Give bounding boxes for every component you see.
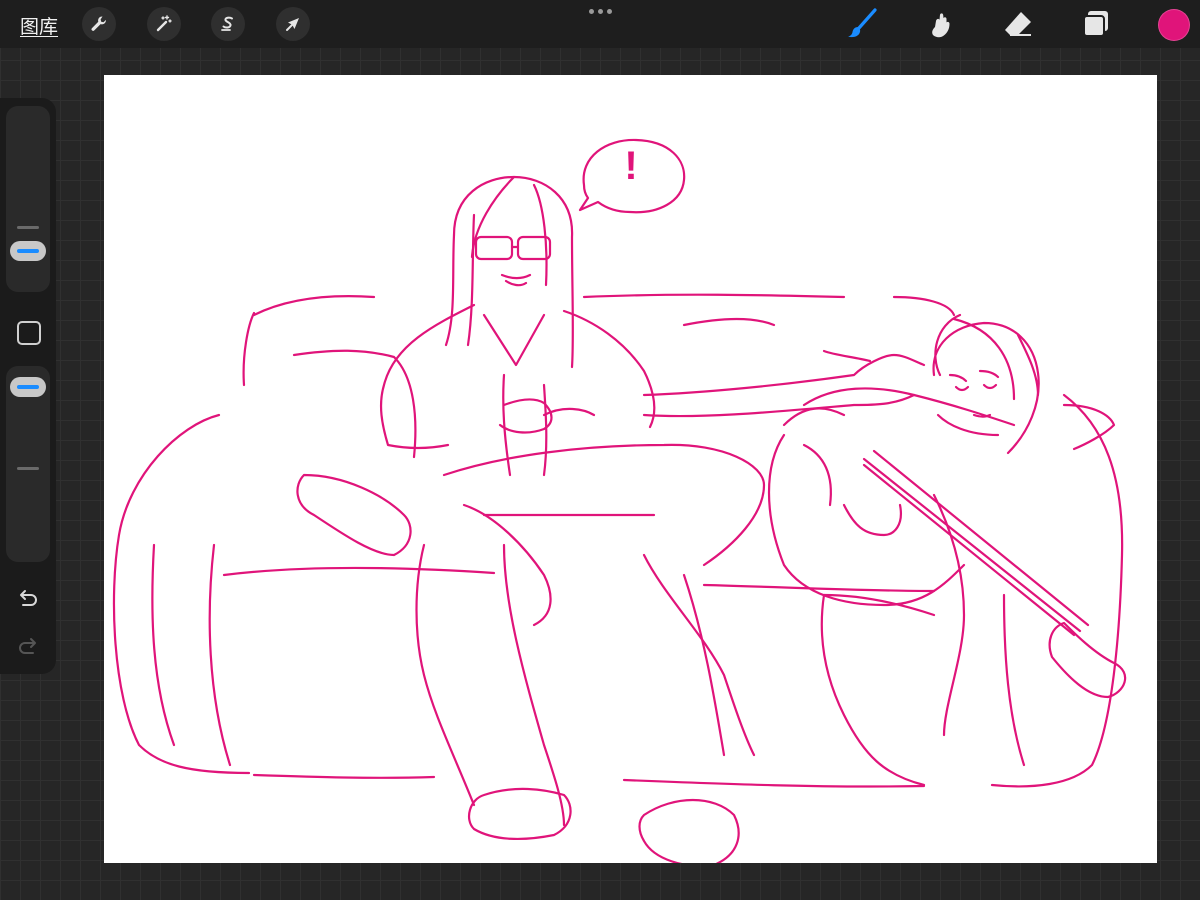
more-options-icon[interactable] (586, 4, 614, 18)
layers-icon[interactable] (1078, 6, 1114, 42)
opacity-handle[interactable] (10, 377, 46, 397)
redo-icon[interactable] (14, 631, 42, 659)
modify-square-button[interactable] (17, 321, 41, 345)
brush-icon[interactable] (844, 6, 880, 42)
drawing-canvas[interactable]: ! (104, 75, 1157, 863)
brush-size-slider[interactable] (6, 106, 50, 292)
top-toolbar: 图库 (0, 0, 1200, 48)
left-sidebar (0, 98, 56, 674)
speech-bubble-text: ! (624, 144, 637, 188)
gallery-link[interactable]: 图库 (20, 12, 58, 39)
eraser-icon[interactable] (1000, 6, 1036, 42)
adjustments-magic-icon[interactable] (147, 7, 181, 41)
brush-size-handle[interactable] (10, 241, 46, 261)
sketch-artwork: ! (112, 138, 1127, 863)
smudge-icon[interactable] (922, 6, 958, 42)
color-picker-swatch[interactable] (1158, 9, 1190, 41)
slider-tick (17, 226, 39, 229)
slider-tick (17, 467, 39, 470)
transform-arrow-icon[interactable] (276, 7, 310, 41)
selection-s-icon[interactable] (211, 7, 245, 41)
undo-icon[interactable] (14, 585, 42, 613)
actions-wrench-icon[interactable] (82, 7, 116, 41)
